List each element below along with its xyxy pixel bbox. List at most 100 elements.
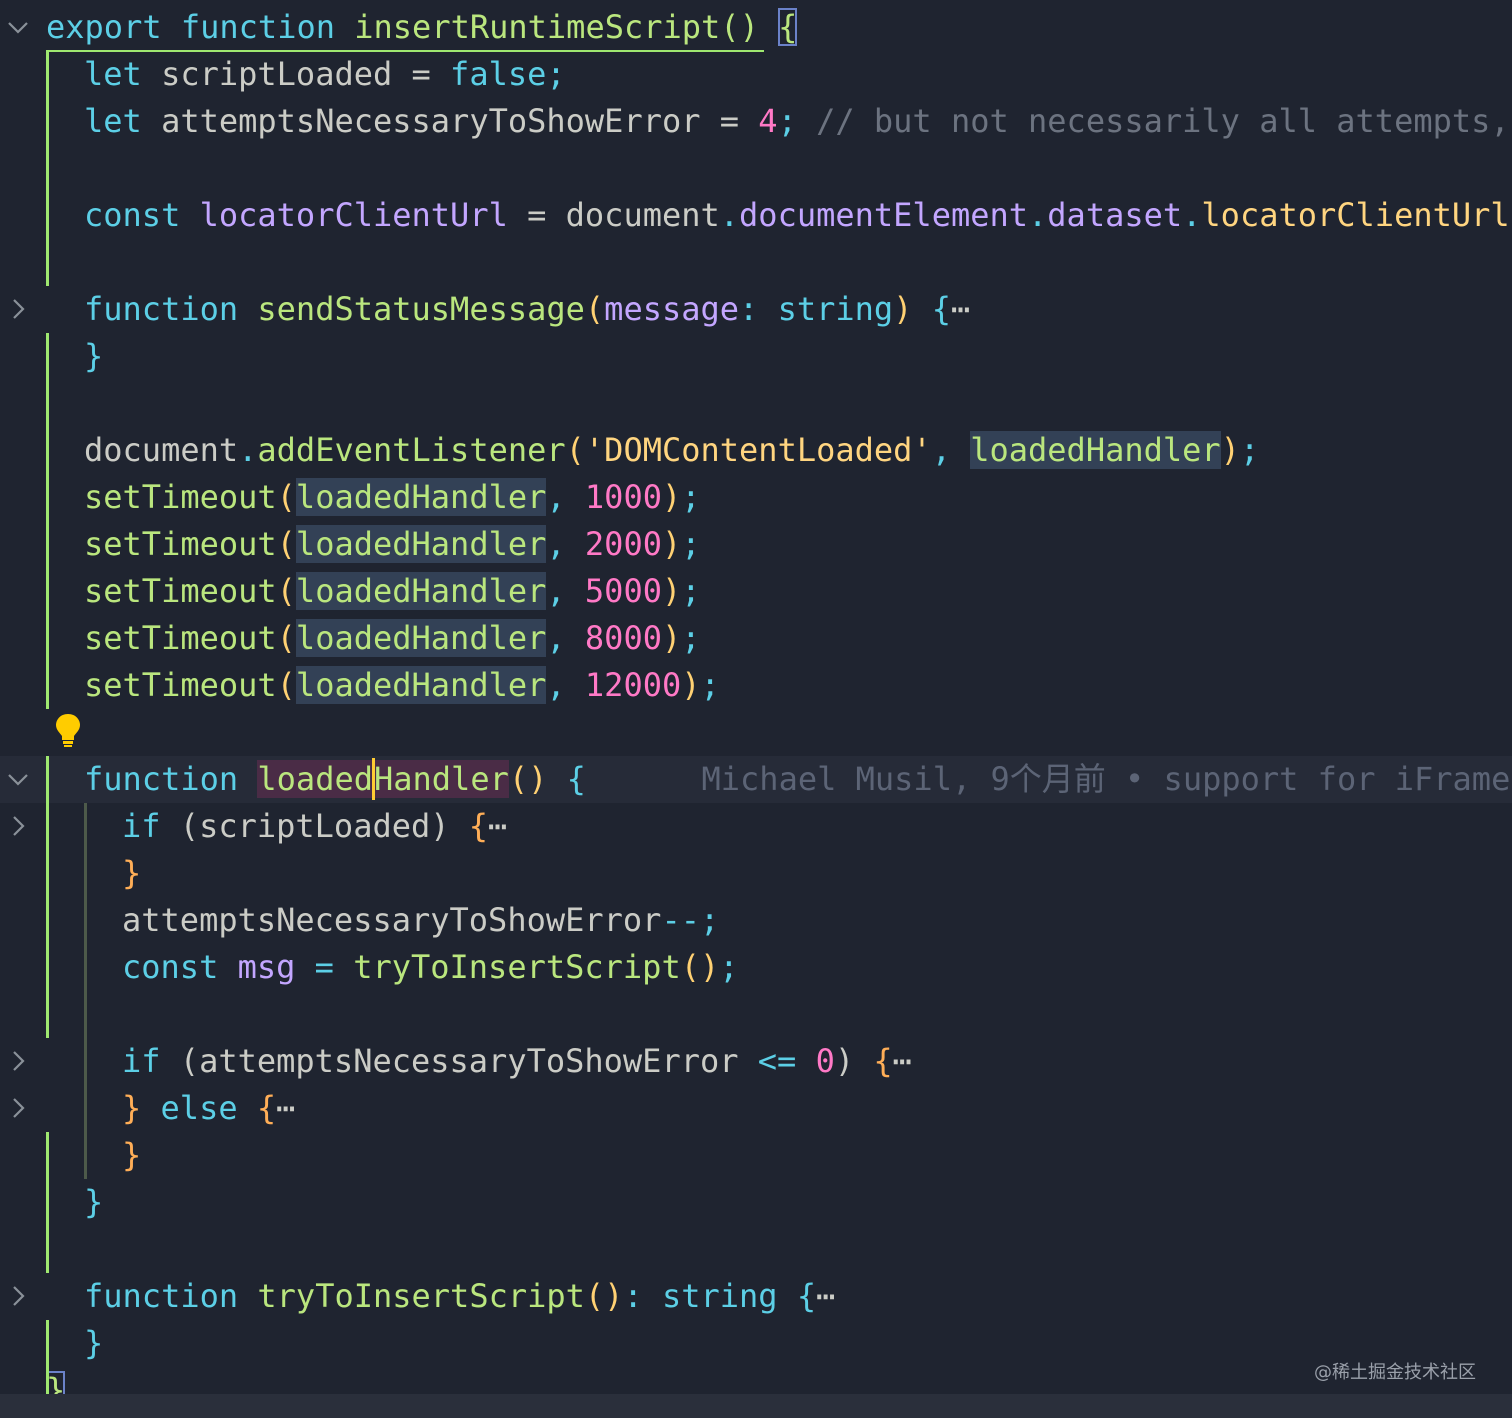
code-token: , [546, 619, 585, 657]
code-token: , [546, 525, 585, 563]
code-token: ; [1239, 431, 1260, 469]
code-token: ; [681, 572, 701, 610]
chevron-right-icon[interactable] [4, 1282, 32, 1310]
code-token: ; [681, 478, 701, 516]
code-line[interactable]: if (attemptsNecessaryToShowError <= 0) {… [0, 1038, 1512, 1085]
code-editor[interactable]: export function insertRuntimeScript() {l… [0, 0, 1512, 1418]
code-text: setTimeout(loadedHandler, 12000); [84, 662, 720, 709]
code-text: const locatorClientUrl = document.docume… [84, 192, 1512, 239]
code-text: setTimeout(loadedHandler, 8000); [84, 615, 701, 662]
chevron-right-icon[interactable] [4, 1094, 32, 1122]
code-token: let [84, 102, 142, 140]
code-line[interactable]: setTimeout(loadedHandler, 8000); [0, 615, 1512, 662]
code-line[interactable] [0, 239, 1512, 286]
code-token: ) [681, 666, 701, 704]
code-text: const msg = tryToInsertScript(); [122, 944, 739, 991]
code-token: : [739, 290, 778, 328]
code-line[interactable] [0, 709, 1512, 756]
code-token: { [468, 807, 489, 845]
code-token: 1000 [584, 478, 662, 516]
code-token: if [122, 1042, 161, 1080]
code-text: } [122, 1132, 141, 1179]
code-line[interactable]: document.addEventListener('DOMContentLoa… [0, 427, 1512, 474]
code-token: } [122, 1089, 142, 1127]
code-line[interactable]: function loadedHandler() { Michael Musil… [0, 756, 1512, 803]
git-blame-annotation: Michael Musil, 9个月前 • support for iFrame… [585, 760, 1512, 798]
code-token: { [566, 760, 586, 798]
code-token: const [122, 948, 219, 986]
lightbulb-icon[interactable] [54, 712, 82, 748]
code-line[interactable]: setTimeout(loadedHandler, 1000); [0, 474, 1512, 521]
code-token: } [84, 337, 104, 375]
code-token: ) [661, 619, 682, 657]
code-line[interactable]: function sendStatusMessage(message: stri… [0, 286, 1512, 333]
code-token: function [84, 1277, 239, 1315]
code-line[interactable]: if (scriptLoaded) {⋯ [0, 803, 1512, 850]
code-token: ) [661, 478, 682, 516]
code-token: 0 [815, 1042, 835, 1080]
code-token: ( [276, 666, 296, 704]
code-line[interactable]: } [0, 1179, 1512, 1226]
code-line[interactable]: setTimeout(loadedHandler, 2000); [0, 521, 1512, 568]
code-token: setTimeout [84, 666, 277, 704]
code-token: attemptsNecessaryToShowError = [141, 102, 759, 140]
code-text: setTimeout(loadedHandler, 5000); [84, 568, 701, 615]
code-line[interactable]: setTimeout(loadedHandler, 5000); [0, 568, 1512, 615]
indent-guide [46, 1132, 49, 1273]
code-line[interactable] [0, 380, 1512, 427]
code-token: -- [661, 901, 700, 939]
code-token: setTimeout [84, 525, 277, 563]
code-line[interactable]: let attemptsNecessaryToShowError = 4; //… [0, 98, 1512, 145]
code-text: let scriptLoaded = false; [84, 51, 566, 98]
code-token: ; [777, 102, 817, 140]
code-line[interactable]: const msg = tryToInsertScript(); [0, 944, 1512, 991]
chevron-down-icon[interactable] [4, 13, 32, 41]
code-token: addEventListener [257, 431, 566, 469]
code-line[interactable]: attemptsNecessaryToShowError--; [0, 897, 1512, 944]
code-token: ( [565, 431, 585, 469]
code-token: ) [834, 1042, 874, 1080]
chevron-right-icon[interactable] [4, 812, 32, 840]
code-text: } [84, 1320, 103, 1367]
code-token: } [84, 1324, 104, 1362]
chevron-down-icon[interactable] [4, 765, 32, 793]
code-line[interactable]: } [0, 1132, 1512, 1179]
code-token: (scriptLoaded) [160, 807, 469, 845]
indent-guide [46, 333, 49, 709]
code-token: = [295, 948, 354, 986]
chevron-right-icon[interactable] [4, 1047, 32, 1075]
code-text: export function insertRuntimeScript() { [46, 4, 798, 51]
code-text: attemptsNecessaryToShowError--; [122, 897, 719, 944]
code-line[interactable]: function tryToInsertScript(): string {⋯ [0, 1273, 1512, 1320]
code-token: loadedHandler [970, 431, 1221, 469]
code-line[interactable]: } [0, 850, 1512, 897]
code-token: { [796, 1277, 817, 1315]
code-line[interactable] [0, 991, 1512, 1038]
code-line[interactable] [0, 145, 1512, 192]
code-line[interactable]: } [0, 333, 1512, 380]
code-line[interactable]: export function insertRuntimeScript() { [0, 4, 1512, 51]
code-token: dataset [1047, 196, 1183, 234]
code-line[interactable]: } else {⋯ [0, 1085, 1512, 1132]
code-token: , [546, 666, 585, 704]
code-token: attemptsNecessaryToShowError [122, 901, 662, 939]
chevron-right-icon[interactable] [4, 295, 32, 323]
code-token: setTimeout [84, 619, 277, 657]
code-token: ; [681, 525, 701, 563]
code-token: tryToInsertScript [257, 1277, 585, 1315]
code-line[interactable]: const locatorClientUrl = document.docume… [0, 192, 1512, 239]
code-line[interactable] [0, 1226, 1512, 1273]
code-token: ⋯ [816, 1277, 836, 1315]
code-line[interactable]: let scriptLoaded = false; [0, 51, 1512, 98]
code-line[interactable]: } [0, 1320, 1512, 1367]
code-token: 5000 [584, 572, 662, 610]
scrollbar-track[interactable] [0, 1394, 1512, 1418]
code-line[interactable]: setTimeout(loadedHandler, 12000); [0, 662, 1512, 709]
code-text: let attemptsNecessaryToShowError = 4; //… [84, 98, 1512, 145]
code-token: loadedHandler [295, 666, 547, 704]
